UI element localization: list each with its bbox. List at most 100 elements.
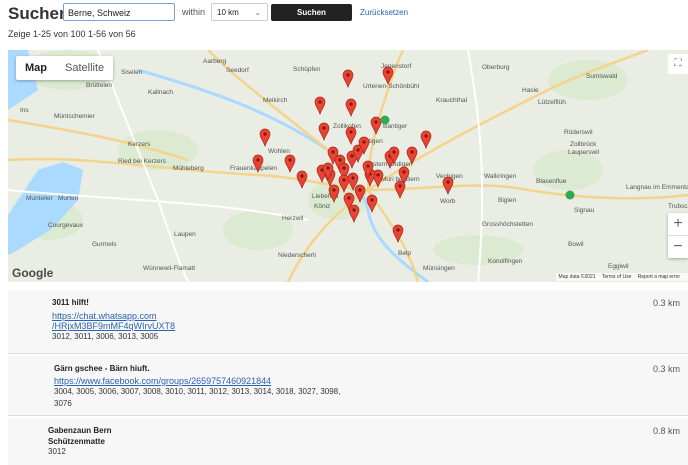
map-marker-icon[interactable] <box>345 126 357 146</box>
map-place-label: Zollbrück <box>570 141 597 148</box>
map-place-label: Muntelier <box>26 195 54 202</box>
map-place-label: Niederscherli <box>278 252 316 259</box>
result-content: Gärn gschee - Bärn hiuft. https://www.fa… <box>54 364 340 410</box>
result-name: Gabenzaun Bern <box>48 426 112 435</box>
map-marker-icon[interactable] <box>420 130 432 150</box>
map-place-label: Trubschachen <box>668 203 688 210</box>
map-place-label: Wohlen <box>268 148 290 155</box>
park-poi-icon <box>565 190 575 200</box>
map-place-label: Krauchthal <box>436 97 468 104</box>
list-item[interactable]: Gabenzaun Bern Schützenmatte 3012 0.8 km <box>8 418 688 465</box>
result-distance: 0.3 km <box>652 298 680 308</box>
result-distance: 0.8 km <box>652 426 680 436</box>
result-name: Schützenmatte <box>48 437 105 446</box>
map-marker-icon[interactable] <box>342 69 354 89</box>
divider <box>8 353 688 354</box>
result-zips: 3012 <box>48 447 66 456</box>
map-place-label: Mühleberg <box>173 165 204 172</box>
map-place-label: Langnau im Emmental <box>626 184 688 191</box>
result-link[interactable]: https://chat.whatsapp.com <box>52 311 175 321</box>
park-poi-icon <box>380 115 390 125</box>
map-place-label: Wünnewil-Flamatt <box>143 265 195 272</box>
map-marker-icon[interactable] <box>259 128 271 148</box>
map-place-label: Kallnach <box>148 89 173 96</box>
tab-map[interactable]: Map <box>16 56 56 80</box>
fullscreen-icon[interactable]: ⛶ <box>668 54 688 74</box>
map-place-label: Eggiwil <box>608 263 629 270</box>
map-place-label: Oberburg <box>482 64 510 71</box>
map-place-label: Worb <box>440 198 456 205</box>
map-marker-icon[interactable] <box>296 170 308 190</box>
result-content: Gabenzaun Bern Schützenmatte 3012 <box>48 426 112 458</box>
list-item[interactable]: Gärn gschee - Bärn hiuft. https://www.fa… <box>8 356 688 416</box>
forest-area <box>548 60 628 100</box>
google-logo: Google <box>12 266 54 280</box>
map-place-label: Kerzers <box>128 141 151 148</box>
zoom-out-button[interactable]: − <box>668 236 688 258</box>
map-place-label: Aarberg <box>203 58 227 65</box>
page-title: Suchen <box>8 4 70 23</box>
result-zips: 3076 <box>54 399 72 408</box>
map-place-label: Brüttelen <box>86 82 112 89</box>
map-marker-icon[interactable] <box>442 176 454 196</box>
zoom-control: + − <box>668 213 688 258</box>
search-button[interactable]: Suchen <box>271 4 352 21</box>
map-place-label: Konolfingen <box>488 258 523 265</box>
map-place-label: Murten <box>58 195 79 202</box>
map-place-label: Hasle <box>522 87 539 94</box>
result-zips: 3004, 3005, 3006, 3007, 3008, 3010, 3011… <box>54 387 341 396</box>
divider <box>8 415 688 416</box>
report-error-link[interactable]: Report a map error <box>638 274 680 280</box>
map-place-label: Belp <box>398 250 411 257</box>
zoom-in-button[interactable]: + <box>668 213 688 235</box>
radius-select[interactable]: 10 km ⌄ <box>211 3 268 21</box>
map-place-label: Ried bei Kerzers <box>118 158 167 165</box>
map-attribution: Map data ©2021 Terms of Use Report a map… <box>555 273 688 281</box>
list-item[interactable]: 3011 hilft! https://chat.whatsapp.com /H… <box>8 290 688 354</box>
map-marker-icon[interactable] <box>394 180 406 200</box>
map-data-text: Map data ©2021 <box>558 274 596 280</box>
map-place-label: Bowil <box>568 241 584 248</box>
radius-value: 10 km <box>217 8 239 17</box>
map-place-label: Schüpfen <box>293 66 321 73</box>
map-marker-icon[interactable] <box>284 154 296 174</box>
map-canvas[interactable]: AarbergSeedorf Schüpfen Jegenstorf Oberburg… <box>8 50 688 282</box>
map[interactable]: Aarberg Seedorf Schüpfen Jegenstorf Oberburg… <box>8 50 688 282</box>
map-place-label: Lauperswil <box>568 149 600 156</box>
map-place-label: Ins <box>20 107 29 114</box>
map-place-label: Grosshöchstetten <box>482 221 533 228</box>
map-type-toggle: Map Satellite <box>16 56 114 80</box>
map-marker-icon[interactable] <box>318 122 330 142</box>
map-place-label: Siselen <box>121 69 143 76</box>
map-place-label: Biglen <box>498 197 516 204</box>
map-marker-icon[interactable] <box>370 116 382 136</box>
map-place-label: Lützelflüh <box>538 99 566 106</box>
map-place-label: Müntschemier <box>54 113 96 120</box>
within-label: within <box>182 7 206 17</box>
terms-link[interactable]: Terms of Use <box>602 274 631 280</box>
map-place-label: Meikirch <box>263 97 288 104</box>
result-name: 3011 hilft! <box>52 298 89 307</box>
result-name: Gärn gschee - Bärn hiuft. <box>54 364 150 373</box>
map-place-label: Blasenflue <box>536 178 567 185</box>
map-place-label: Gurmels <box>92 241 117 248</box>
map-place-label: Sumiswald <box>586 73 618 80</box>
location-search-input[interactable]: Berne, Schweiz <box>63 3 175 21</box>
map-place-label: Signau <box>574 207 595 214</box>
result-content: 3011 hilft! https://chat.whatsapp.com /H… <box>52 298 175 343</box>
reset-link[interactable]: Zurücksetzen <box>360 8 408 17</box>
map-place-label: Courgevaux <box>48 222 84 229</box>
map-place-label: Frauenkappelen <box>230 165 277 172</box>
result-distance: 0.3 km <box>652 364 680 374</box>
map-marker-icon[interactable] <box>348 204 360 224</box>
map-place-label: Urtenen-Schönbühl <box>363 83 420 90</box>
map-place-label: Rüderswil <box>564 129 593 136</box>
map-place-label: Seedorf <box>226 67 249 74</box>
search-bar: Suchen Berne, Schweiz within 10 km ⌄ Suc… <box>0 0 688 28</box>
result-link[interactable]: https://www.facebook.com/groups/26597574… <box>54 376 340 386</box>
map-marker-icon[interactable] <box>345 98 357 118</box>
map-marker-icon[interactable] <box>314 96 326 116</box>
result-link[interactable]: /HRjxM3BF9mMF4qWIrvUXT8 <box>52 321 175 331</box>
result-count: Zeige 1-25 von 100 1-56 von 56 <box>8 29 136 39</box>
tab-satellite[interactable]: Satellite <box>56 56 113 80</box>
